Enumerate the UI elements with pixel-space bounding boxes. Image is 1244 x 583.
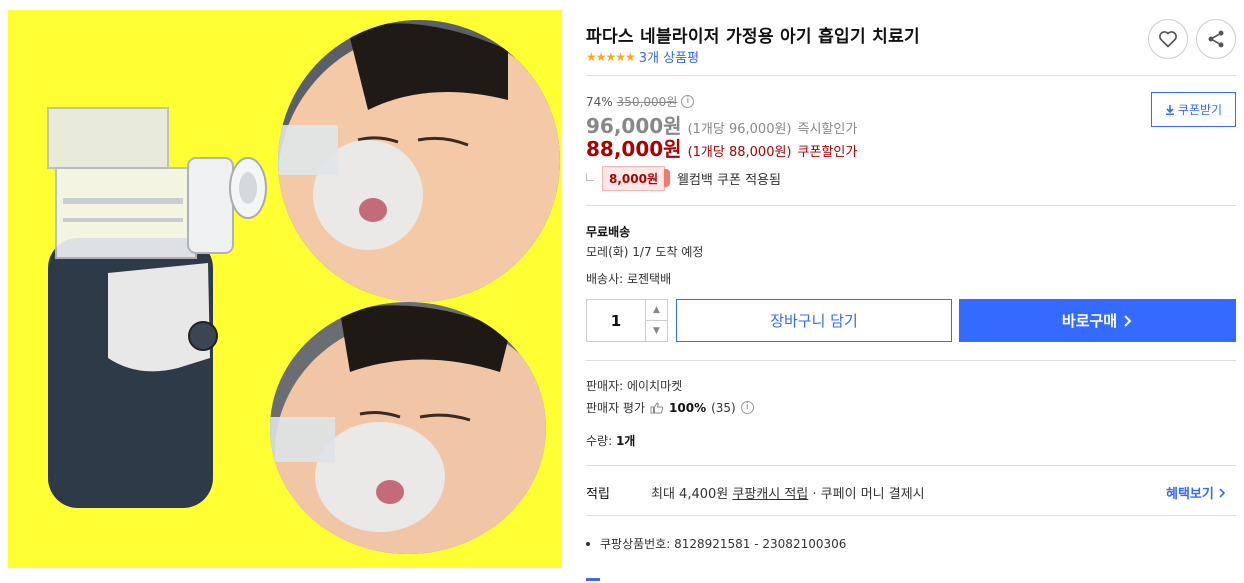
coupang-cash-link[interactable]: 쿠팡캐시 적립 [732,487,808,502]
discount-rate: 74% [586,94,613,109]
quantity-summary-label: 수량: [586,434,613,448]
divider [586,465,1236,466]
child-photo-bottom [270,302,546,554]
coupon-price: 88,000원 [586,137,682,161]
view-benefits-label: 혜택보기 [1166,487,1214,502]
indent-corner [586,172,594,181]
original-price: 350,000원 [616,95,678,109]
product-title: 파다스 네블라이저 가정용 아기 흡입기 치료기 [586,27,920,47]
product-number: 쿠팡상품번호: 8128921581 - 23082100306 [586,535,846,552]
cashback-row: 8,000원 웰컴백 쿠폰 적용됨 [586,166,781,191]
divider [586,205,1236,206]
nebulizer-device-image [47,107,267,508]
quantity-summary-value: 1개 [615,434,636,448]
seller-rating-count: (35) [711,400,736,415]
discount-row: 74% 350,000원 i [586,93,695,110]
buy-now-label: 바로구매 [1061,312,1118,330]
divider [586,515,1236,516]
info-icon[interactable]: i [740,401,754,414]
section-indicator [586,578,600,581]
quantity-stepper[interactable]: 1 ▲ ▼ [586,299,668,342]
coupon-unit-price: (1개당 88,000원) [687,145,792,160]
share-button[interactable] [1196,19,1236,59]
points-condition: · 쿠페이 머니 결제시 [812,487,925,502]
rating-stars: ★★★★★ [586,49,636,64]
share-icon [1208,30,1224,48]
shipping-arrival: 모레(화) 1/7 도착 예정 [586,245,704,259]
child-photo-top [278,20,560,302]
seller-rating-percent: 100% [669,400,707,415]
shipping-title: 무료배송 [586,225,631,239]
get-coupon-label: 쿠폰받기 [1177,103,1223,117]
rating-row[interactable]: ★★★★★ 3개 상품평 [586,47,699,67]
quantity-summary: 수량: 1개 [586,432,635,449]
heart-icon [1159,31,1177,48]
info-icon[interactable]: i [681,95,695,108]
add-to-cart-button[interactable]: 장바구니 담기 [676,299,952,342]
chevron-up-icon[interactable]: ▲ [646,300,667,320]
points-label: 적립 [586,487,610,502]
chevron-right-icon [1219,488,1226,498]
divider [586,360,1236,361]
get-coupon-button[interactable]: 쿠폰받기 [1151,92,1236,127]
product-image[interactable] [8,10,562,568]
quantity-arrows: ▲ ▼ [645,300,667,341]
cashback-badge: 8,000원 [602,166,670,191]
view-benefits-link[interactable]: 혜택보기 [1166,483,1226,502]
chevron-right-icon [1124,314,1132,327]
divider [586,75,1236,76]
seller-rating-row: 판매자 평가 100% (35) i [586,399,754,416]
seller-rating-label: 판매자 평가 [586,401,646,415]
shipping-carrier: 배송사: 로젠택배 [586,272,672,286]
seller-name[interactable]: 판매자: 에이치마켓 [586,377,682,394]
coupon-discount-row: 88,000원 (1개당 88,000원) 쿠폰할인가 [586,133,857,162]
buy-now-button[interactable]: 바로구매 [959,299,1236,342]
wishlist-button[interactable] [1148,19,1188,59]
cashback-text: 웰컴백 쿠폰 적용됨 [677,173,781,188]
review-count-link[interactable]: 3개 상품평 [639,47,699,66]
download-icon [1165,104,1174,115]
chevron-down-icon[interactable]: ▼ [646,320,667,341]
points-text: 최대 4,400원 쿠팡캐시 적립 · 쿠페이 머니 결제시 [651,483,925,502]
quantity-input[interactable]: 1 [587,300,645,341]
thumbs-up-icon [650,401,664,413]
coupon-label: 쿠폰할인가 [797,145,858,160]
points-amount: 최대 4,400원 [651,487,729,502]
